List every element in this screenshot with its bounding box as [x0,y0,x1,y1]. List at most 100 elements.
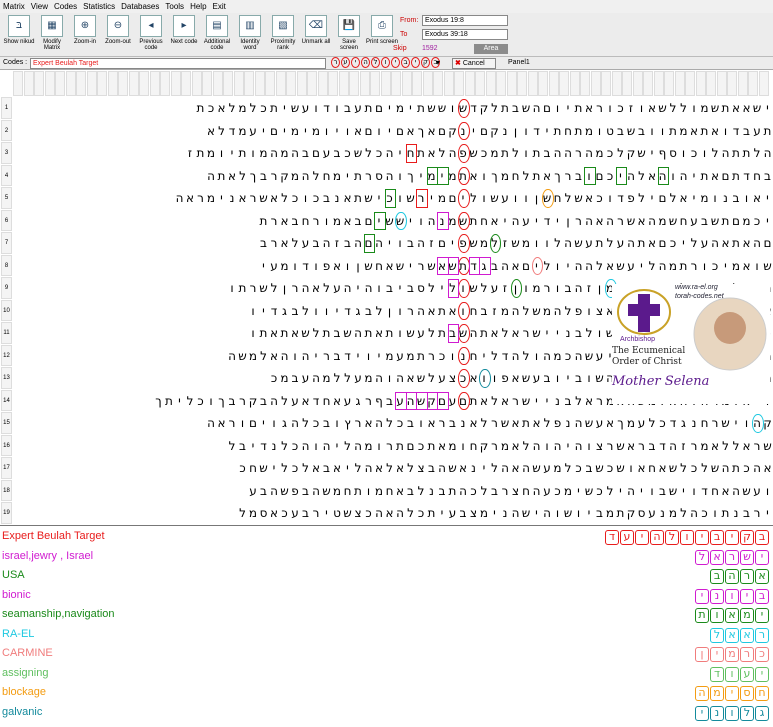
matrix-letter[interactable]: כ [553,480,563,502]
matrix-letter[interactable]: כ [311,187,321,209]
matrix-letter[interactable]: ר [637,435,647,457]
matrix-letter[interactable]: י [259,300,269,322]
matrix-letter[interactable]: כ [259,97,269,119]
matrix-letter[interactable]: א [469,412,479,434]
matrix-letter[interactable]: ש [626,210,636,232]
matrix-letter[interactable]: ר [689,435,699,457]
matrix-letter[interactable]: ל [311,165,321,187]
matrix-letter[interactable]: ה [175,187,185,209]
matrix-letter[interactable]: ב [332,345,342,367]
matrix-letter[interactable]: ד [532,120,542,142]
matrix-letter[interactable]: ש [584,480,594,502]
matrix-letter[interactable]: א [406,367,416,389]
matrix-letter[interactable]: ו [385,367,395,389]
matrix-letter[interactable]: ל [752,142,762,164]
matrix-letter[interactable]: י [406,210,416,232]
matrix-letter[interactable]: ל [479,277,489,299]
matrix-letter[interactable]: ת [196,97,206,119]
matrix-letter[interactable]: ד [269,300,279,322]
matrix-letter[interactable]: ב [490,255,500,277]
next-code-button[interactable]: ▸ Next code [168,15,200,55]
menu-databases[interactable]: Databases [118,2,162,11]
matrix-letter[interactable]: ו [395,322,405,344]
matrix-letter[interactable]: ב [427,457,437,479]
matrix-letter[interactable]: ל [490,457,500,479]
matrix-letter[interactable]: י [343,457,353,479]
matrix-letter[interactable]: ת [479,322,489,344]
matrix-letter[interactable]: ע [595,412,605,434]
matrix-letter[interactable]: ל [679,457,689,479]
matrix-letter[interactable]: ל [563,187,573,209]
matrix-letter[interactable]: ע [343,390,353,412]
matrix-letter[interactable]: ד [311,390,321,412]
matrix-letter[interactable]: ל [322,277,332,299]
matrix-letter[interactable]: ב [406,232,416,254]
matrix-letter[interactable]: ה [574,435,584,457]
matrix-letter[interactable]: כ [658,412,668,434]
matrix-letter[interactable]: כ [437,345,447,367]
matrix-letter[interactable]: ש [395,255,405,277]
matrix-letter[interactable]: ז [500,232,510,254]
matrix-letter[interactable]: א [742,232,752,254]
matrix-letter[interactable]: ק [479,97,489,119]
matrix-letter[interactable]: ו [458,435,468,457]
matrix-letter[interactable]: ו [700,255,710,277]
matrix-letter[interactable]: ם [406,435,416,457]
matrix-letter[interactable]: ה [395,367,405,389]
matrix-letter[interactable]: ל [647,412,657,434]
matrix-letter[interactable]: ת [364,97,374,119]
matrix-letter[interactable]: ו [658,120,668,142]
matrix-letter[interactable]: ו [689,480,699,502]
matrix-letter[interactable]: י [416,165,426,187]
matrix-letter[interactable]: ב [301,480,311,502]
matrix-letter[interactable]: ו [700,142,710,164]
matrix-letter[interactable]: פ [290,480,300,502]
matrix-letter[interactable]: ת [238,142,248,164]
previous-code-button[interactable]: ◂ Previous code [135,15,167,55]
matrix-letter[interactable]: ו [532,345,542,367]
zoom-out-button[interactable]: ⊖ Zoom-out [102,15,134,55]
matrix-letter[interactable]: ר [322,345,332,367]
matrix-letter[interactable]: ר [574,142,584,164]
matrix-letter[interactable]: ם [658,232,668,254]
matrix-letter[interactable]: כ [479,142,489,164]
matrix-letter[interactable]: ה [584,142,594,164]
matrix-letter[interactable]: ו [521,142,531,164]
matrix-letter[interactable]: ש [584,345,594,367]
matrix-letter[interactable]: ש [511,232,521,254]
matrix-letter[interactable]: י [721,255,731,277]
matrix-letter[interactable]: ש [448,457,458,479]
matrix-letter[interactable]: ר [269,232,279,254]
matrix-letter[interactable]: כ [290,457,300,479]
matrix-letter[interactable]: מ [448,435,458,457]
matrix-letter[interactable]: ה [301,165,311,187]
menu-tools[interactable]: Tools [162,2,187,11]
matrix-letter[interactable]: מ [364,435,374,457]
matrix-letter[interactable]: ו [584,300,594,322]
matrix-letter[interactable]: מ [364,367,374,389]
matrix-letter[interactable]: ע [752,120,762,142]
matrix-letter[interactable]: ד [616,187,626,209]
matrix-letter[interactable]: פ [322,255,332,277]
matrix-letter[interactable]: ל [490,97,500,119]
matrix-letter[interactable]: ל [731,435,741,457]
matrix-letter[interactable]: י [217,187,227,209]
matrix-letter[interactable]: ף [658,142,668,164]
matrix-letter[interactable]: ח [752,165,762,187]
matrix-letter[interactable]: ע [395,345,405,367]
matrix-letter[interactable]: ה [448,142,458,164]
matrix-letter[interactable]: ח [301,210,311,232]
matrix-letter[interactable]: ב [637,120,647,142]
matrix-letter[interactable]: א [532,412,542,434]
matrix-letter[interactable]: ש [280,480,290,502]
matrix-letter[interactable]: א [679,187,689,209]
matrix-letter[interactable]: א [280,210,290,232]
matrix-letter[interactable]: מ [395,97,405,119]
matrix-letter[interactable]: ן [532,187,542,209]
matrix-letter[interactable]: נ [227,187,237,209]
matrix-letter[interactable]: ר [595,97,605,119]
matrix-letter[interactable]: ת [269,97,279,119]
matrix-letter[interactable]: כ [343,142,353,164]
matrix-letter[interactable]: א [406,120,416,142]
matrix-letter[interactable]: ט [605,120,615,142]
